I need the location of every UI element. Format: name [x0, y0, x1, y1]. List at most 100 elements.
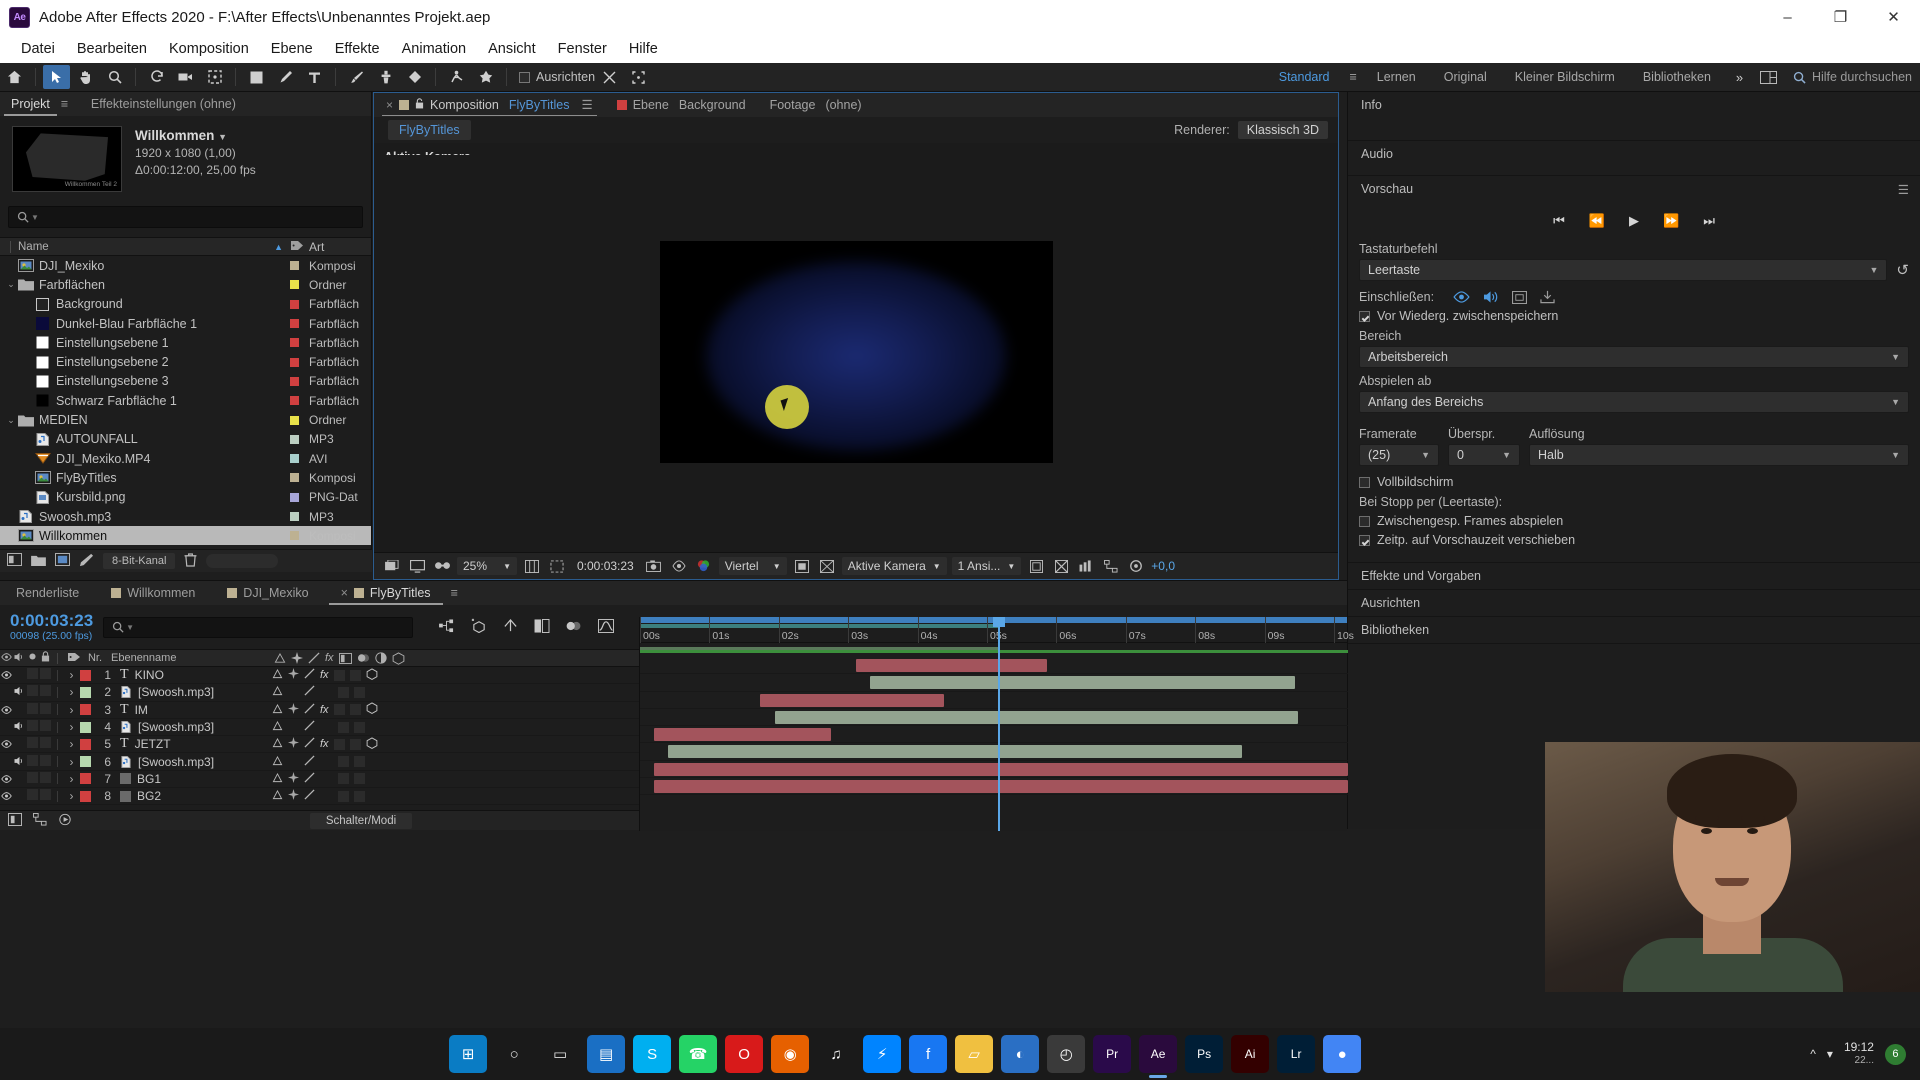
- toggle-masks-icon[interactable]: [792, 557, 812, 575]
- layer-name[interactable]: [Swoosh.mp3]: [120, 755, 270, 769]
- label-color-swatch[interactable]: [290, 512, 299, 521]
- taskbar-explorer[interactable]: ▱: [955, 1035, 994, 1073]
- taskbar-app-blue[interactable]: ◐: [1001, 1035, 1040, 1073]
- layer-solo-toggle[interactable]: [26, 685, 39, 699]
- taskbar-search[interactable]: ○: [495, 1035, 533, 1073]
- taskbar-messenger[interactable]: ⚡: [863, 1035, 902, 1073]
- disclosure-triangle-icon[interactable]: ⌄: [4, 415, 18, 426]
- align-section[interactable]: Ausrichten: [1348, 590, 1920, 617]
- timeline-bar-row[interactable]: [640, 743, 1348, 761]
- taskbar-task-view[interactable]: ▭: [541, 1035, 579, 1073]
- column-header-layername[interactable]: Ebenenname: [111, 652, 266, 664]
- timeline-bar-row[interactable]: [640, 778, 1348, 796]
- label-color-swatch[interactable]: [290, 531, 299, 541]
- layer-solo-toggle[interactable]: [26, 702, 39, 717]
- workspace-tab-original[interactable]: Original: [1430, 66, 1501, 88]
- layer-lock-toggle[interactable]: [39, 771, 52, 786]
- render-queue-icon[interactable]: [58, 813, 72, 829]
- layer-shy-switch[interactable]: [272, 789, 283, 803]
- project-list-item[interactable]: DJI_Mexiko.MP4 AVI: [0, 449, 371, 468]
- layer-quality-switch[interactable]: [304, 789, 315, 803]
- delete-icon[interactable]: [184, 552, 197, 570]
- breadcrumb-flybytitles[interactable]: FlyByTitles: [388, 120, 471, 140]
- renderer-value[interactable]: Klassisch 3D: [1237, 121, 1328, 139]
- preview-panel-menu-icon[interactable]: ☰: [1898, 182, 1920, 197]
- switches-modes-button[interactable]: Schalter/Modi: [309, 812, 413, 829]
- pan-behind-tool-icon[interactable]: [201, 65, 228, 89]
- zoom-level-select[interactable]: 25% ▼: [457, 557, 517, 575]
- draft-3d-icon[interactable]: [471, 618, 487, 636]
- minimize-button[interactable]: –: [1761, 0, 1814, 34]
- taskbar-illustrator[interactable]: Ai: [1231, 1035, 1270, 1073]
- layer-lock-toggle[interactable]: [39, 754, 52, 769]
- transport-play-button[interactable]: ▶: [1629, 213, 1639, 229]
- brush-tool-icon[interactable]: [343, 65, 370, 89]
- layer-quality-switch[interactable]: [304, 755, 315, 769]
- label-color-swatch[interactable]: [290, 454, 299, 464]
- layer-visibility-toggle[interactable]: [0, 737, 13, 751]
- skip-select[interactable]: 0 ▼: [1448, 444, 1520, 466]
- layer-3d-switch[interactable]: [366, 702, 378, 717]
- layer-label-color[interactable]: [80, 721, 91, 733]
- layer-motionblur-switch[interactable]: [349, 738, 361, 750]
- layer-expand-triangle[interactable]: ›: [63, 720, 80, 734]
- project-list-item[interactable]: Kursbild.png PNG-Dat: [0, 488, 371, 507]
- label-color-swatch[interactable]: [290, 319, 299, 329]
- project-settings-icon[interactable]: [79, 553, 94, 570]
- workspace-overflow-icon[interactable]: »: [1726, 65, 1753, 89]
- taskbar-premiere[interactable]: Pr: [1093, 1035, 1132, 1073]
- view-camera-select[interactable]: Aktive Kamera ▼: [841, 557, 947, 575]
- timeline-bar-row[interactable]: [640, 761, 1348, 779]
- tab-close-icon[interactable]: ×: [341, 586, 348, 600]
- pen-tool-icon[interactable]: [272, 65, 299, 89]
- composition-tab-0[interactable]: × Komposition FlyByTitles ☰: [374, 94, 605, 116]
- taskbar-facebook[interactable]: f: [909, 1035, 948, 1073]
- taskbar-firefox[interactable]: ◉: [771, 1035, 810, 1073]
- layer-collapse-switch[interactable]: [288, 702, 299, 717]
- layer-lock-toggle[interactable]: [39, 737, 52, 751]
- timeline-bar-row[interactable]: [640, 657, 1348, 675]
- layer-shy-switch[interactable]: [272, 685, 283, 699]
- snap-target-icon[interactable]: [596, 65, 623, 89]
- layer-fx-switch[interactable]: fx: [320, 704, 329, 716]
- composition-canvas-area[interactable]: [374, 155, 1338, 549]
- workspace-tab-bibliotheken[interactable]: Bibliotheken: [1629, 66, 1725, 88]
- motion-blur-icon[interactable]: [566, 619, 582, 636]
- resolution-select[interactable]: Viertel ▼: [718, 557, 787, 575]
- snap-bounds-icon[interactable]: [625, 65, 652, 89]
- taskbar-opera[interactable]: O: [725, 1035, 764, 1073]
- layer-expand-triangle[interactable]: ›: [63, 755, 80, 769]
- layer-fx-switch[interactable]: fx: [320, 669, 329, 681]
- taskbar-clock[interactable]: 19:12 22...: [1844, 1040, 1874, 1068]
- new-folder-icon[interactable]: [31, 554, 46, 569]
- transport-previous-frame-button[interactable]: ⏪: [1589, 213, 1605, 229]
- project-list-item[interactable]: DJI_Mexiko Komposi: [0, 256, 371, 275]
- channel-rgb-icon[interactable]: [694, 557, 714, 575]
- layer-visibility-toggle[interactable]: [0, 703, 13, 717]
- layer-quality-switch[interactable]: [304, 772, 315, 786]
- layer-lock-toggle[interactable]: [39, 668, 52, 682]
- eraser-tool-icon[interactable]: [401, 65, 428, 89]
- layer-expand-triangle[interactable]: ›: [63, 789, 80, 803]
- taskbar-widgets[interactable]: ▤: [587, 1035, 626, 1073]
- layer-shy-switch[interactable]: [272, 772, 283, 786]
- cache-before-playback-row[interactable]: Vor Wiederg. zwischenspeichern: [1359, 309, 1909, 323]
- orbit-tool-icon[interactable]: [143, 65, 170, 89]
- toggle-switches-icon[interactable]: [8, 812, 22, 829]
- label-color-swatch[interactable]: [290, 473, 299, 483]
- tray-network-icon[interactable]: ▾: [1827, 1047, 1833, 1061]
- text-tool-icon[interactable]: [301, 65, 328, 89]
- new-composition-icon[interactable]: [55, 553, 70, 569]
- layer-solo-toggle[interactable]: [26, 789, 39, 803]
- layer-frameblend-switch[interactable]: [333, 738, 345, 750]
- label-color-swatch[interactable]: [290, 396, 299, 406]
- help-search[interactable]: Hilfe durchsuchen: [1793, 70, 1912, 84]
- layer-solo-toggle[interactable]: [26, 754, 39, 769]
- layer-solo-toggle[interactable]: [26, 668, 39, 682]
- exposure-reset-icon[interactable]: [1126, 557, 1146, 575]
- monitor-icon[interactable]: [407, 557, 427, 575]
- maximize-button[interactable]: ❐: [1814, 0, 1867, 34]
- taskbar-audacity[interactable]: ♫: [817, 1035, 856, 1073]
- layer-duration-bar[interactable]: [870, 676, 1295, 690]
- timeline-graph-area[interactable]: 00s01s02s03s04s05s06s07s08s09s10s: [639, 617, 1354, 831]
